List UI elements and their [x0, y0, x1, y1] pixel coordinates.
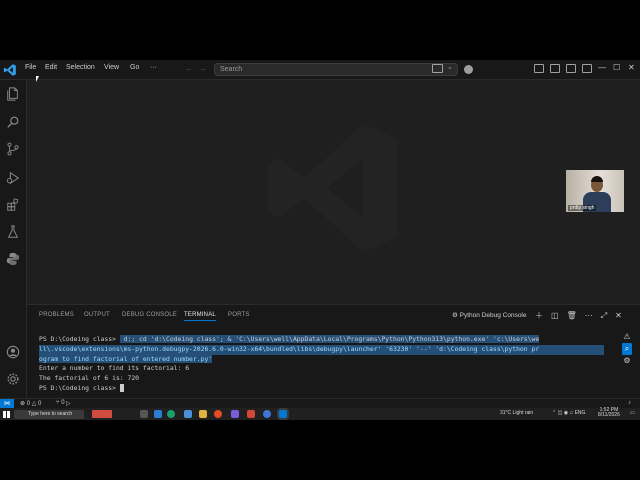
clock-date: 8/11/2026: [598, 412, 620, 418]
menu-view[interactable]: View: [104, 64, 119, 71]
widgets-icon[interactable]: [154, 410, 162, 418]
title-bar: File Edit Selection View Go ··· ← → Searc…: [0, 60, 640, 80]
tab-terminal[interactable]: TERMINAL: [184, 312, 216, 321]
toggle-panel-icon[interactable]: [566, 64, 576, 73]
copilot-icon[interactable]: [464, 65, 473, 74]
vscode-window: File Edit Selection View Go ··· ← → Searc…: [0, 60, 640, 420]
chat-icon[interactable]: [432, 64, 443, 73]
menu-go[interactable]: Go: [130, 64, 139, 71]
terminal-selector[interactable]: ⚙ Python Debug Console: [452, 311, 527, 319]
debug-terminal-icon[interactable]: ⚙: [622, 355, 632, 367]
menu-edit[interactable]: Edit: [45, 64, 57, 71]
store-icon[interactable]: [184, 410, 192, 418]
layout-controls: [534, 64, 598, 75]
toggle-sidebar-icon[interactable]: [534, 64, 544, 73]
kill-terminal-icon[interactable]: 🗑: [567, 311, 577, 320]
clock[interactable]: 1:52 PM 8/11/2026: [598, 408, 620, 418]
mail-icon[interactable]: [247, 410, 255, 418]
terminal-prompt: PS D:\Codeing class>: [39, 383, 120, 392]
extensions-icon[interactable]: [6, 198, 20, 212]
taskbar-search-placeholder: Type here to search: [28, 411, 73, 417]
webcam-overlay: prdip singh: [566, 170, 624, 212]
status-bar: ⋈ ⊗ 0 △ 0 ⑂ 0 ▷ ♪: [0, 398, 640, 409]
terminal-name: Python Debug Console: [459, 312, 527, 319]
notifications-bell-icon[interactable]: ♪: [628, 400, 631, 406]
search-icon[interactable]: [6, 115, 20, 129]
notifications-icon[interactable]: ▭: [630, 410, 635, 416]
nav-arrows: ← →: [185, 64, 213, 73]
terminal-command: ogram to find factorial of entered numbe…: [39, 354, 213, 363]
explorer-icon[interactable]: [6, 87, 20, 101]
teams-icon[interactable]: [231, 410, 239, 418]
chrome-icon[interactable]: [214, 410, 222, 418]
account-icon[interactable]: [6, 345, 20, 359]
forward-arrow-icon[interactable]: →: [199, 64, 207, 73]
tab-ports[interactable]: PORTS: [228, 312, 250, 318]
vscode-watermark-icon: [268, 123, 397, 253]
new-terminal-icon[interactable]: ＋: [535, 311, 543, 320]
menu-file[interactable]: File: [25, 64, 36, 71]
terminal-line: PS D:\Codeing class>: [39, 383, 604, 394]
command-center-search[interactable]: Search: [214, 63, 458, 76]
split-terminal-icon[interactable]: ◫: [551, 311, 559, 320]
more-actions-icon[interactable]: ⋯: [585, 311, 593, 320]
tray-icons[interactable]: ⌃ ◫ ◉ ♫ ENG: [552, 410, 585, 416]
terminal-output[interactable]: PS D:\Codeing class> d:; cd 'd:\Codeing …: [39, 335, 604, 394]
weather-widget[interactable]: 31°C Light rain: [500, 410, 533, 416]
terminal-command: d:; cd 'd:\Codeing class'; & 'C:\Users\w…: [119, 335, 540, 343]
terminal-line: The factorial of 6 is: 720: [39, 374, 140, 383]
maximize-panel-icon[interactable]: ⤢: [601, 311, 607, 320]
menu-more[interactable]: ···: [150, 64, 157, 71]
terminal-tabs-strip: ⚠ ⌕ ⚙: [622, 331, 632, 367]
edge-icon[interactable]: [167, 410, 175, 418]
minimize-button[interactable]: —: [598, 63, 606, 72]
maximize-button[interactable]: ☐: [613, 63, 620, 72]
source-control-icon[interactable]: [6, 142, 20, 156]
terminal-prompt: PS D:\Codeing class>: [39, 335, 120, 343]
taskbar-search[interactable]: Type here to search: [14, 410, 84, 419]
terminal-line: ogram to find factorial of entered numbe…: [39, 354, 604, 365]
testing-icon[interactable]: [6, 225, 20, 239]
menu-selection[interactable]: Selection: [66, 64, 95, 71]
close-panel-icon[interactable]: ✕: [615, 311, 622, 320]
back-arrow-icon[interactable]: ←: [185, 64, 193, 73]
warning-icon[interactable]: ⚠: [622, 331, 632, 343]
problems-status[interactable]: ⊗ 0 △ 0: [20, 400, 41, 407]
vscode-taskbar-icon[interactable]: [279, 410, 287, 418]
toggle-editor-icon[interactable]: [550, 64, 560, 73]
terminal-line: PS D:\Codeing class> d:; cd 'd:\Codeing …: [39, 335, 604, 345]
file-explorer-icon[interactable]: [199, 410, 207, 418]
python-terminal-icon[interactable]: ⌕: [622, 343, 632, 355]
activity-bar: [0, 80, 27, 420]
app-icon[interactable]: [263, 410, 271, 418]
tab-output[interactable]: OUTPUT: [84, 312, 110, 318]
webcam-name: prdip singh: [568, 205, 597, 211]
windows-start-icon[interactable]: [3, 411, 10, 418]
settings-gear-icon[interactable]: [6, 372, 20, 386]
tab-debug-console[interactable]: DEBUG CONSOLE: [122, 312, 177, 318]
run-icon[interactable]: ▷: [66, 400, 71, 407]
run-debug-icon[interactable]: [6, 171, 20, 185]
mouse-cursor-icon: [36, 76, 39, 82]
search-placeholder: Search: [220, 66, 243, 73]
task-view-icon[interactable]: [140, 410, 148, 418]
chevron-down-icon[interactable]: ⌄: [447, 63, 453, 71]
terminal-line: Enter a number to find its factorial: 6: [39, 364, 190, 373]
windows-taskbar: Type here to search 31°C Light rain ⌃ ◫ …: [0, 408, 640, 420]
vscode-logo-icon: [3, 64, 16, 76]
terminal-cursor: [119, 383, 124, 392]
bottom-panel: PROBLEMS OUTPUT DEBUG CONSOLE TERMINAL P…: [27, 304, 640, 398]
panel-actions: ＋ ◫ 🗑 ⋯ ⤢ ✕: [535, 310, 630, 321]
debug-gear-icon: ⚙: [452, 312, 458, 319]
python-icon[interactable]: [6, 252, 20, 266]
close-button[interactable]: ✕: [628, 63, 635, 72]
ports-status[interactable]: ⑂ 0: [56, 400, 65, 406]
tab-problems[interactable]: PROBLEMS: [39, 312, 74, 318]
terminal-line: ll\.vscode\extensions\ms-python.debugpy-…: [39, 344, 604, 355]
customize-layout-icon[interactable]: [582, 64, 592, 73]
search-highlight-icon[interactable]: [92, 410, 112, 418]
